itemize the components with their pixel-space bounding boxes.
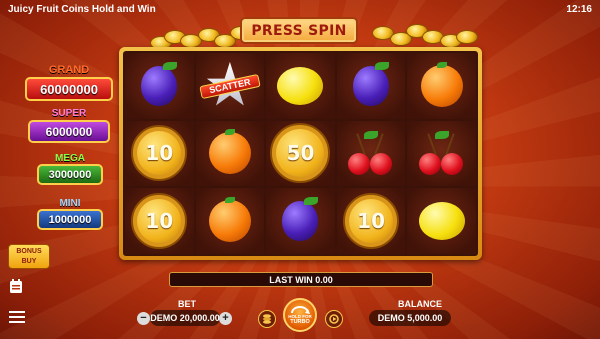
press-spin-label: PRESS SPIN: [251, 22, 347, 39]
menu-icon[interactable]: [9, 310, 25, 324]
jackpot-mega: MEGA 3000000: [37, 153, 103, 191]
cherry-symbol: [346, 131, 396, 176]
spin-arrows-icon: [291, 306, 310, 314]
jackpot-mini-value: 1000000: [37, 209, 103, 230]
bonus-buy-button[interactable]: BONUS BUY: [8, 244, 50, 269]
plum-symbol: [141, 61, 178, 106]
reel-cell: [407, 188, 476, 254]
reel-cell: [266, 188, 335, 254]
reel-cell: 50: [266, 120, 335, 187]
last-win-display: LAST WIN 0.00: [169, 272, 433, 287]
reel-cell: [407, 53, 476, 119]
reel-cell: [407, 120, 476, 187]
reels-frame: SCATTER 10 50 10 10: [119, 47, 482, 260]
leaf-icon: [436, 61, 447, 68]
bonus-buy-line1: BONUS: [16, 248, 42, 255]
leaf-icon: [304, 197, 319, 206]
reel-cell: [195, 188, 265, 254]
jackpot-mega-label: MEGA: [55, 153, 85, 164]
coin-symbol: 10: [131, 125, 188, 182]
bet-increase-button[interactable]: +: [219, 312, 232, 325]
last-win-text: LAST WIN 0.00: [269, 274, 333, 285]
reel-cell: 10: [125, 188, 194, 254]
plus-icon: +: [222, 312, 229, 324]
bet-label: BET: [178, 299, 196, 309]
clock: 12:16: [566, 3, 592, 15]
game-title: Juicy Fruit Coins Hold and Win: [8, 3, 156, 15]
coin-stack-icon: [263, 314, 271, 324]
orange-symbol: [208, 197, 251, 243]
leaf-icon: [224, 197, 235, 204]
cherry-symbol: [417, 131, 467, 176]
balance-label: BALANCE: [398, 299, 442, 309]
press-spin-banner: PRESS SPIN: [240, 17, 358, 44]
paytable-icon[interactable]: [9, 279, 23, 294]
jackpot-super-label: SUPER: [51, 108, 87, 119]
autoplay-icon: [329, 314, 339, 324]
leaf-icon: [224, 129, 235, 136]
bet-value: DEMO 20,000.00: [150, 310, 220, 326]
jackpot-mega-value: 3000000: [37, 164, 103, 185]
coin-symbol: 10: [131, 193, 188, 250]
plum-symbol: [282, 197, 319, 242]
reel-cell: 10: [125, 120, 194, 187]
plum-symbol: [353, 61, 390, 106]
jackpot-grand: GRAND 60000000: [25, 64, 113, 108]
reel-cell: [266, 53, 335, 119]
jackpot-super: SUPER 6000000: [28, 108, 110, 150]
leaf-icon: [163, 61, 178, 70]
jackpot-super-value: 6000000: [28, 120, 110, 143]
scatter-symbol: SCATTER: [199, 61, 261, 110]
reel-cell: [336, 53, 406, 119]
orange-symbol: [420, 61, 463, 107]
status-bar: Juicy Fruit Coins Hold and Win 12:16: [0, 0, 600, 18]
minus-icon: −: [140, 312, 147, 324]
jackpot-mini: MINI 1000000: [37, 198, 103, 236]
jackpot-mini-label: MINI: [59, 198, 81, 209]
balance-value: DEMO 5,000.00: [369, 310, 451, 326]
bonus-buy-line2: BUY: [21, 258, 37, 265]
coin-symbol: 50: [270, 123, 331, 184]
reel-cell: 10: [336, 188, 406, 254]
lemon-symbol: [277, 66, 324, 105]
reel-cell: [125, 53, 194, 119]
leaf-icon: [375, 61, 390, 70]
orange-symbol: [208, 129, 251, 175]
spin-label-line2: TURBO: [290, 319, 310, 325]
lemon-symbol: [418, 202, 465, 241]
coin-value: 50: [286, 141, 315, 166]
reels-grid: SCATTER 10 50 10 10: [123, 51, 478, 256]
coin-value: 10: [357, 209, 386, 234]
bet-decrease-button[interactable]: −: [137, 312, 150, 325]
reel-cell: SCATTER: [195, 53, 265, 119]
autoplay-button[interactable]: [325, 310, 343, 328]
coin-stack-button[interactable]: [258, 310, 276, 328]
reel-cell: [195, 120, 265, 187]
reel-cell: [336, 120, 406, 187]
jackpot-grand-label: GRAND: [48, 64, 90, 76]
coin-value: 10: [145, 209, 174, 234]
spin-button[interactable]: HOLD FOR TURBO: [283, 298, 317, 332]
coin-symbol: 10: [343, 193, 400, 250]
coin-value: 10: [145, 141, 174, 166]
jackpot-grand-value: 60000000: [25, 77, 113, 101]
